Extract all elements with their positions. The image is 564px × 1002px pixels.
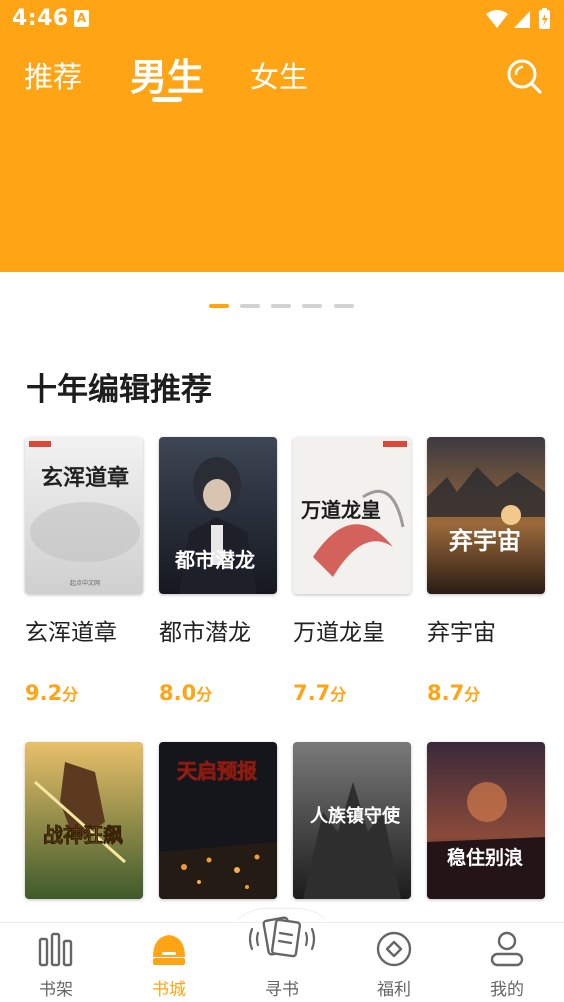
active-tab-underline — [152, 97, 182, 102]
tab-recommend[interactable]: 推荐 — [24, 54, 82, 96]
nav-label: 寻书 — [265, 980, 299, 1000]
book-score: 9.2分 — [25, 681, 79, 705]
system-status-icons — [486, 8, 550, 29]
signal-icon — [514, 11, 530, 28]
book-title: 万道龙皇 — [293, 620, 385, 646]
book-score: 7.7分 — [293, 681, 347, 705]
indicator-dot — [271, 304, 291, 308]
category-tabs: 推荐 男生 女生 — [0, 44, 564, 108]
bottom-navigation: 书架 书城 寻书 福利 我的 — [0, 916, 564, 1002]
top-banner-area: 4:46 A 推荐 男生 女生 — [0, 0, 564, 272]
book-score: 8.0分 — [159, 681, 213, 705]
tab-female[interactable]: 女生 — [250, 54, 308, 96]
book-title: 弃宇宙 — [427, 620, 496, 646]
nav-label: 我的 — [490, 980, 524, 1000]
bookstore-icon — [153, 935, 185, 965]
svg-text:起点中文网: 起点中文网 — [70, 579, 100, 587]
indicator-dot — [302, 304, 322, 308]
nav-label: 福利 — [377, 980, 411, 1000]
wifi-icon — [486, 10, 508, 28]
cover-title: 天启预报 — [177, 759, 257, 783]
nav-find-book[interactable]: 寻书 — [242, 916, 322, 1002]
book-score: 8.7分 — [427, 681, 481, 705]
section-title: 十年编辑推荐 — [26, 372, 212, 408]
search-icon[interactable] — [504, 56, 544, 96]
notification-icon: A — [74, 10, 89, 27]
cover-title: 弃宇宙 — [449, 526, 521, 555]
find-book-icon — [248, 916, 316, 958]
book-cover[interactable]: 人族镇守使 — [293, 742, 411, 899]
book-cover[interactable]: 弃宇宙 — [427, 437, 545, 594]
status-time: 4:46 — [12, 6, 69, 31]
bookshelf-icon — [38, 932, 73, 967]
book-title: 都市潜龙 — [159, 620, 251, 646]
cover-title: 都市潜龙 — [174, 548, 255, 572]
tab-male[interactable]: 男生 — [130, 47, 204, 101]
book-title: 玄浑道章 — [25, 620, 117, 646]
banner-page-indicator — [0, 304, 564, 310]
book-cover[interactable]: 万道龙皇 — [293, 437, 411, 594]
book-cover[interactable]: 天启预报 — [159, 742, 277, 899]
book-cover[interactable]: 玄浑道章 起点中文网 — [25, 437, 143, 594]
nav-bookshelf[interactable]: 书架 — [16, 923, 96, 1002]
status-bar: 4:46 A — [0, 0, 564, 38]
book-cover[interactable]: 都市潜龙 — [159, 437, 277, 594]
indicator-dot — [240, 304, 260, 308]
book-cover[interactable]: 稳住别浪 — [427, 742, 545, 899]
nav-bookstore[interactable]: 书城 — [129, 923, 209, 1002]
nav-label: 书城 — [152, 980, 186, 1000]
indicator-dot-active — [209, 304, 229, 308]
nav-profile[interactable]: 我的 — [467, 923, 547, 1002]
cover-title: 人族镇守使 — [310, 805, 401, 827]
nav-label: 书架 — [39, 980, 73, 1000]
cover-title: 战神狂飙 — [43, 823, 123, 847]
indicator-dot — [334, 304, 354, 308]
welfare-icon — [376, 931, 412, 967]
book-cover[interactable]: 战神狂飙 — [25, 742, 143, 899]
cover-title: 玄浑道章 — [41, 465, 129, 491]
nav-welfare[interactable]: 福利 — [354, 923, 434, 1002]
cover-title: 万道龙皇 — [300, 498, 381, 522]
profile-icon — [490, 931, 524, 967]
cover-title: 稳住别浪 — [447, 846, 523, 869]
